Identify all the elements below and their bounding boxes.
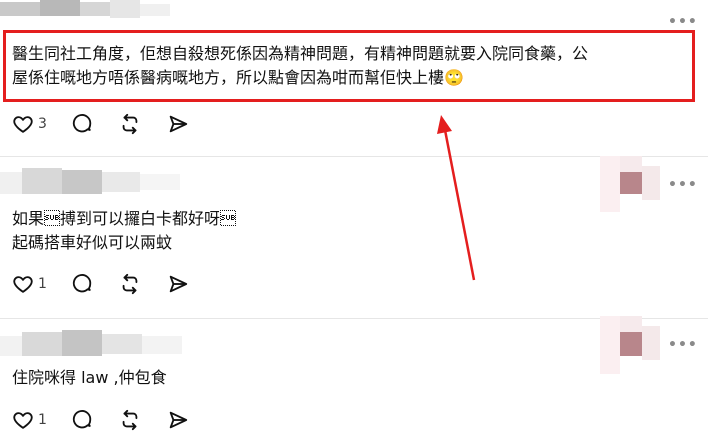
red-annotation-arrow bbox=[437, 115, 476, 281]
